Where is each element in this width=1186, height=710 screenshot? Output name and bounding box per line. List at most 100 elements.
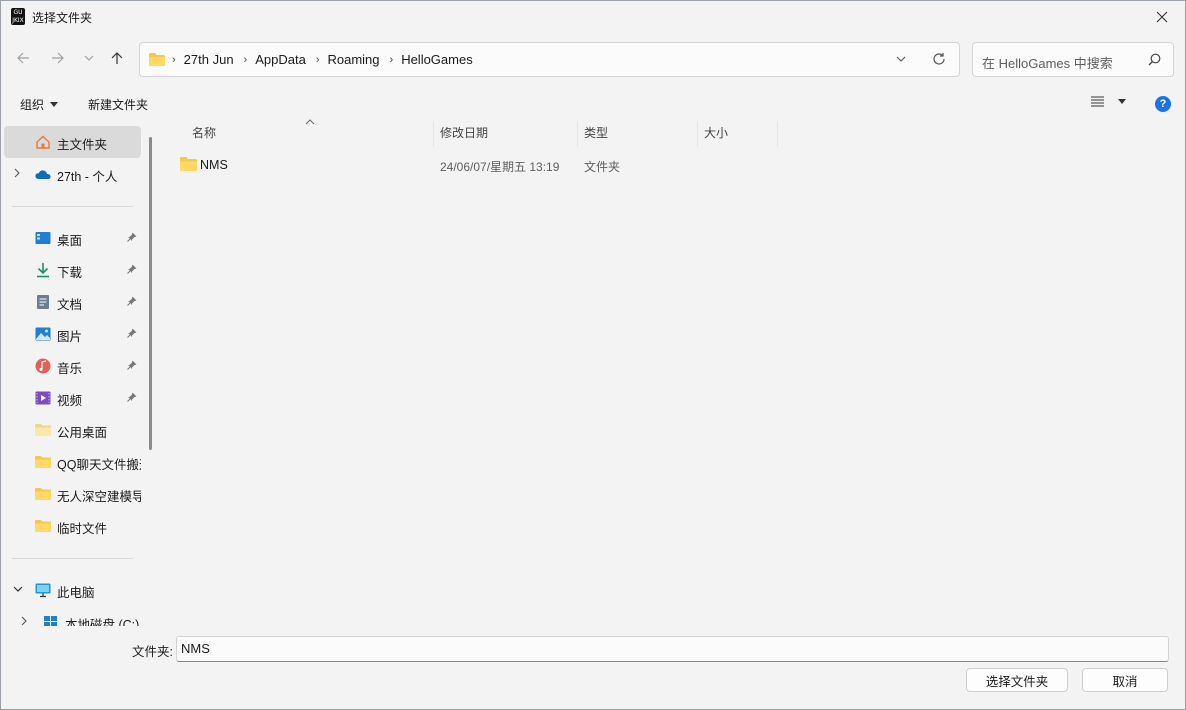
navigation-pane: 主文件夹 27th - 个人 桌面 下载 文档 图片 音乐 视频 公用桌面 QQ… xyxy=(1,121,153,626)
nav-item-this-pc[interactable]: 此电脑 xyxy=(4,574,141,606)
app-icon: GU JKIX xyxy=(11,8,25,25)
breadcrumb-appdata[interactable]: AppData xyxy=(255,52,306,67)
chevron-down-icon xyxy=(84,55,94,61)
refresh-icon[interactable] xyxy=(932,52,946,66)
nav-label-onedrive: 27th - 个人 xyxy=(57,170,118,184)
select-folder-button[interactable]: 选择文件夹 xyxy=(966,668,1068,692)
nav-item-home[interactable]: 主文件夹 xyxy=(4,126,141,158)
file-type: 文件夹 xyxy=(584,160,621,174)
window-title: 选择文件夹 xyxy=(32,11,93,25)
download-icon xyxy=(37,263,49,278)
nav-item-pictures[interactable]: 图片 xyxy=(4,318,141,350)
folder-icon xyxy=(180,157,197,171)
breadcrumb-roaming[interactable]: Roaming xyxy=(327,52,379,67)
nav-item-onedrive[interactable]: 27th - 个人 xyxy=(4,158,141,190)
help-icon[interactable]: ? xyxy=(1155,96,1171,112)
nav-item-nms-modding[interactable]: 无人深空建模导 xyxy=(4,478,141,510)
nav-label-downloads: 下载 xyxy=(57,266,83,280)
breadcrumb: › 27th Jun › AppData › Roaming › HelloGa… xyxy=(172,43,483,76)
folder-icon xyxy=(35,488,51,500)
title-bar: GU JKIX 选择文件夹 xyxy=(1,1,1185,33)
nav-pane-scrollbar[interactable] xyxy=(149,137,152,450)
nav-label-nms-modding: 无人深空建模导 xyxy=(57,490,141,504)
drive-icon xyxy=(44,616,57,626)
back-button[interactable] xyxy=(11,46,35,70)
file-name: NMS xyxy=(200,158,228,172)
pin-icon[interactable] xyxy=(127,328,137,338)
caret-down-icon xyxy=(50,102,59,107)
recent-locations-button[interactable] xyxy=(77,46,101,70)
nav-item-music[interactable]: 音乐 xyxy=(4,350,141,382)
column-name[interactable]: 名称 xyxy=(186,121,434,147)
folder-name-input[interactable]: NMS xyxy=(176,636,1169,662)
search-icon xyxy=(1148,53,1161,66)
chevron-right-icon: › xyxy=(389,53,394,66)
desktop-icon xyxy=(35,232,51,244)
chevron-right-icon: › xyxy=(243,53,248,66)
forward-button[interactable] xyxy=(46,46,70,70)
pin-icon[interactable] xyxy=(127,264,137,274)
divider xyxy=(12,558,133,559)
close-icon xyxy=(1156,11,1168,23)
arrow-right-icon xyxy=(52,52,64,64)
pin-icon[interactable] xyxy=(127,296,137,306)
arrow-up-icon xyxy=(111,52,123,64)
file-date-modified: 24/06/07/星期五 13:19 xyxy=(440,160,560,174)
nav-label-documents: 文档 xyxy=(57,298,83,312)
nav-label-qq-files: QQ聊天文件搬运 xyxy=(57,458,141,472)
search-box[interactable]: 在 HelloGames 中搜索 xyxy=(972,42,1174,77)
address-history-icon[interactable] xyxy=(896,54,906,64)
nav-label-public-desktop: 公用桌面 xyxy=(57,426,108,440)
nav-label-this-pc: 此电脑 xyxy=(57,586,95,600)
pin-icon[interactable] xyxy=(127,360,137,370)
select-folder-dialog: GU JKIX 选择文件夹 › 27th Jun › AppData › Roa… xyxy=(0,0,1186,710)
computer-icon xyxy=(35,583,51,598)
nav-item-qq-files[interactable]: QQ聊天文件搬运 xyxy=(4,446,141,478)
folder-icon xyxy=(35,424,51,436)
folder-field-label: 文件夹: xyxy=(132,645,173,659)
column-size[interactable]: 大小 xyxy=(698,121,778,147)
folder-icon xyxy=(149,53,165,66)
nav-item-desktop[interactable]: 桌面 xyxy=(4,222,141,254)
nav-item-downloads[interactable]: 下载 xyxy=(4,254,141,286)
new-folder-label: 新建文件夹 xyxy=(88,98,149,112)
file-row[interactable]: NMS 24/06/07/星期五 13:19 文件夹 xyxy=(171,153,781,177)
music-icon xyxy=(35,358,51,374)
cancel-button[interactable]: 取消 xyxy=(1082,668,1168,692)
video-icon xyxy=(35,391,51,405)
nav-item-temp-files[interactable]: 临时文件 xyxy=(4,510,141,542)
pin-icon[interactable] xyxy=(127,392,137,402)
address-bar[interactable]: › 27th Jun › AppData › Roaming › HelloGa… xyxy=(139,42,960,77)
nav-label-music: 音乐 xyxy=(57,362,83,376)
view-options-button[interactable] xyxy=(1091,96,1126,107)
arrow-left-icon xyxy=(17,52,29,64)
nav-label-drive-c: 本地磁盘 (C:) xyxy=(65,618,140,626)
breadcrumb-27th-jun[interactable]: 27th Jun xyxy=(184,52,234,67)
nav-item-public-desktop[interactable]: 公用桌面 xyxy=(4,414,141,446)
home-icon xyxy=(36,135,50,149)
search-input[interactable]: 在 HelloGames 中搜索 xyxy=(982,53,1113,72)
nav-label-videos: 视频 xyxy=(57,394,83,408)
organize-button[interactable]: 组织 xyxy=(20,96,59,113)
close-button[interactable] xyxy=(1139,1,1185,33)
nav-label-pictures: 图片 xyxy=(57,330,83,344)
divider xyxy=(12,206,133,207)
nav-item-documents[interactable]: 文档 xyxy=(4,286,141,318)
new-folder-button[interactable]: 新建文件夹 xyxy=(88,96,148,113)
nav-item-drive-c[interactable]: 本地磁盘 (C:) xyxy=(12,606,149,626)
folder-icon xyxy=(35,456,51,468)
image-icon xyxy=(35,327,51,341)
chevron-right-icon: › xyxy=(315,53,320,66)
column-type[interactable]: 类型 xyxy=(578,121,698,147)
caret-down-icon xyxy=(1118,99,1126,104)
column-date-modified[interactable]: 修改日期 xyxy=(434,121,578,147)
pin-icon[interactable] xyxy=(127,232,137,242)
nav-item-videos[interactable]: 视频 xyxy=(4,382,141,414)
folder-icon xyxy=(35,520,51,532)
chevron-down-icon xyxy=(13,586,23,592)
chevron-right-icon xyxy=(14,168,20,178)
chevron-right-icon: › xyxy=(172,53,176,66)
up-button[interactable] xyxy=(105,46,129,70)
cloud-icon xyxy=(35,170,51,179)
breadcrumb-hellogames[interactable]: HelloGames xyxy=(401,52,473,67)
